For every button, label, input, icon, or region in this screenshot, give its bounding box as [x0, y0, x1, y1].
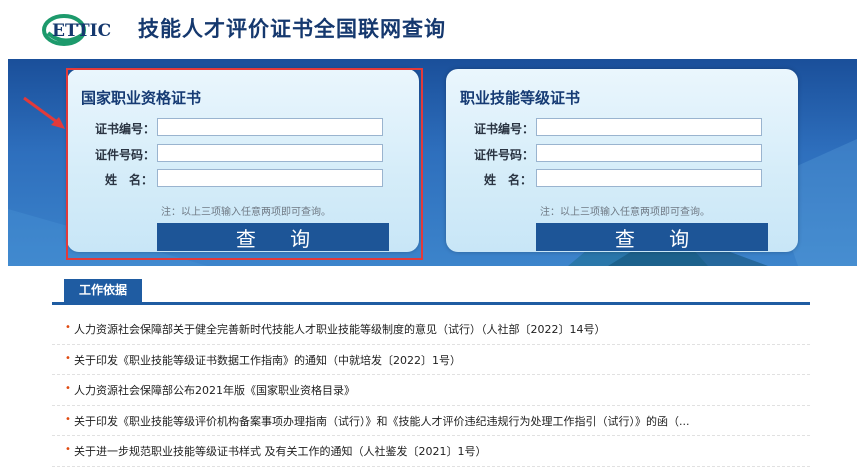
bullet-icon: • — [65, 383, 71, 394]
highlight-box — [66, 68, 423, 260]
list-item[interactable]: • 关于进一步规范职业技能等级证书样式 及有关工作的通知（人社鉴发〔2021〕1号… — [52, 436, 810, 467]
cert-number-label: 证书编号： — [474, 122, 535, 136]
list-item[interactable]: • 关于印发《职业技能等级评价机构备案事项办理指南（试行）》和《技能人才评价违纪违… — [52, 406, 810, 436]
cert-number-input[interactable] — [536, 118, 762, 136]
item-link[interactable]: 人力资源社会保障部公布2021年版《国家职业资格目录》 — [74, 382, 355, 398]
bullet-icon: • — [65, 444, 71, 455]
site-title: 技能人才评价证书全国联网查询 — [138, 17, 446, 41]
item-link[interactable]: 关于印发《职业技能等级证书数据工作指南》的通知（中就培发〔2022〕1号） — [74, 352, 461, 368]
panel-title: 职业技能等级证书 — [460, 89, 581, 107]
skill-level-cert-panel: 职业技能等级证书 证书编号： 证件号码： 姓 名： 注：以上三项输入任意两项即可… — [446, 69, 798, 252]
query-button[interactable]: 查 询 — [536, 223, 768, 251]
name-input[interactable] — [536, 169, 762, 187]
section-tabbar: 工作依据 — [52, 272, 810, 305]
item-link[interactable]: 关于进一步规范职业技能等级证书样式 及有关工作的通知（人社鉴发〔2021〕1号） — [74, 443, 487, 459]
query-note: 注：以上三项输入任意两项即可查询。 — [540, 207, 710, 218]
ettic-logo[interactable]: ETTIC — [42, 13, 132, 47]
bullet-icon: • — [65, 352, 71, 364]
list-item[interactable]: • 人力资源社会保障部关于健全完善新时代技能人才职业技能等级制度的意见（试行）（人… — [52, 314, 810, 345]
pointer-arrow-icon — [23, 96, 65, 129]
logo-text: ETTIC — [52, 21, 111, 41]
bullet-icon: • — [65, 322, 71, 333]
item-link[interactable]: 关于印发《职业技能等级评价机构备案事项办理指南（试行）》和《技能人才评价违纪违规… — [74, 413, 690, 429]
name-label: 姓 名： — [483, 173, 532, 187]
bullet-icon: • — [65, 413, 71, 425]
site-header: ETTIC 技能人才评价证书全国联网查询 — [0, 0, 865, 58]
list-item[interactable]: • 关于印发《职业技能等级证书数据工作指南》的通知（中就培发〔2022〕1号） — [52, 345, 810, 375]
list-item[interactable]: • 人力资源社会保障部公布2021年版《国家职业资格目录》 — [52, 375, 810, 406]
work-basis-section: 工作依据 • 人力资源社会保障部关于健全完善新时代技能人才职业技能等级制度的意见（… — [52, 272, 810, 467]
id-number-input[interactable] — [536, 144, 762, 162]
tab-work-basis[interactable]: 工作依据 — [64, 279, 142, 302]
id-number-label: 证件号码： — [474, 148, 535, 162]
document-list: • 人力资源社会保障部关于健全完善新时代技能人才职业技能等级制度的意见（试行）（人… — [52, 314, 810, 467]
item-link[interactable]: 人力资源社会保障部关于健全完善新时代技能人才职业技能等级制度的意见（试行）（人社… — [74, 321, 606, 337]
